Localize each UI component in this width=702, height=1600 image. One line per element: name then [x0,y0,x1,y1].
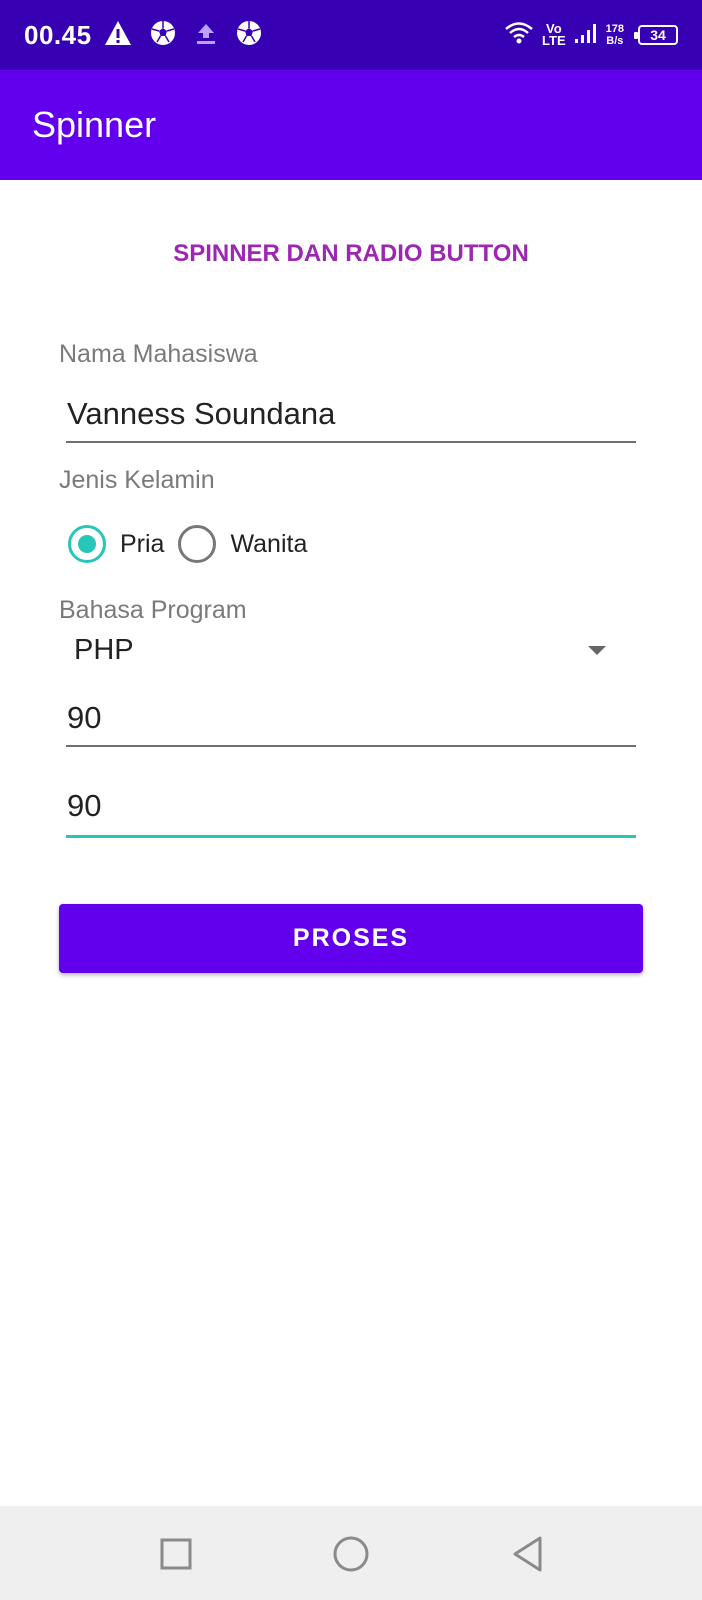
nama-label: Nama Mahasiswa [59,340,258,368]
number-input-1[interactable]: 90 [66,700,636,747]
radio-pria[interactable]: Pria [68,525,164,563]
system-icons: Vo LTE 178 B/s 34 [504,18,678,52]
radio-pria-label: Pria [120,529,165,558]
navigation-bar [0,1506,702,1600]
back-button[interactable] [508,1534,548,1574]
warning-icon [104,20,132,51]
status-bar: 00.45 Vo LTE 178 B/s 34 [0,0,702,70]
recent-apps-icon [160,1538,192,1570]
recent-apps-button[interactable] [156,1534,196,1574]
network-speed-unit: B/s [606,35,624,47]
bahasa-program-label: Bahasa Program [59,596,247,624]
football-icon [236,20,262,51]
battery-icon: 34 [634,25,678,45]
number-input-2[interactable]: 90 [66,788,636,838]
upload-icon [194,20,218,51]
app-title: Spinner [32,104,157,145]
home-button[interactable] [331,1534,371,1574]
dropdown-arrow-icon [588,646,606,655]
radio-wanita[interactable]: Wanita [178,525,307,563]
bahasa-program-spinner[interactable]: PHP [66,630,636,676]
back-icon [513,1536,542,1572]
proses-button[interactable]: PROSES [59,904,643,973]
notification-icons [104,20,262,50]
app-bar: Spinner [0,70,702,180]
home-icon [333,1536,369,1572]
radio-wanita-label: Wanita [230,529,308,558]
network-speed-value: 178 [605,23,624,35]
volte-lte-label: LTE [542,33,566,48]
network-speed: 178 B/s [606,23,624,47]
radio-checked-icon [68,525,106,563]
signal-icon [574,22,598,49]
football-icon [150,20,176,51]
page-heading: SPINNER DAN RADIO BUTTON [173,240,529,267]
nama-input[interactable]: Vanness Soundana [66,396,636,443]
volte-indicator: Vo LTE [542,22,566,48]
spinner-selected-value: PHP [74,634,134,666]
wifi-icon [504,20,534,51]
radio-unchecked-icon [178,525,217,563]
jenis-kelamin-label: Jenis Kelamin [59,466,215,494]
status-time: 00.45 [24,20,92,50]
jenis-kelamin-radio-group: Pria Wanita [68,523,321,565]
